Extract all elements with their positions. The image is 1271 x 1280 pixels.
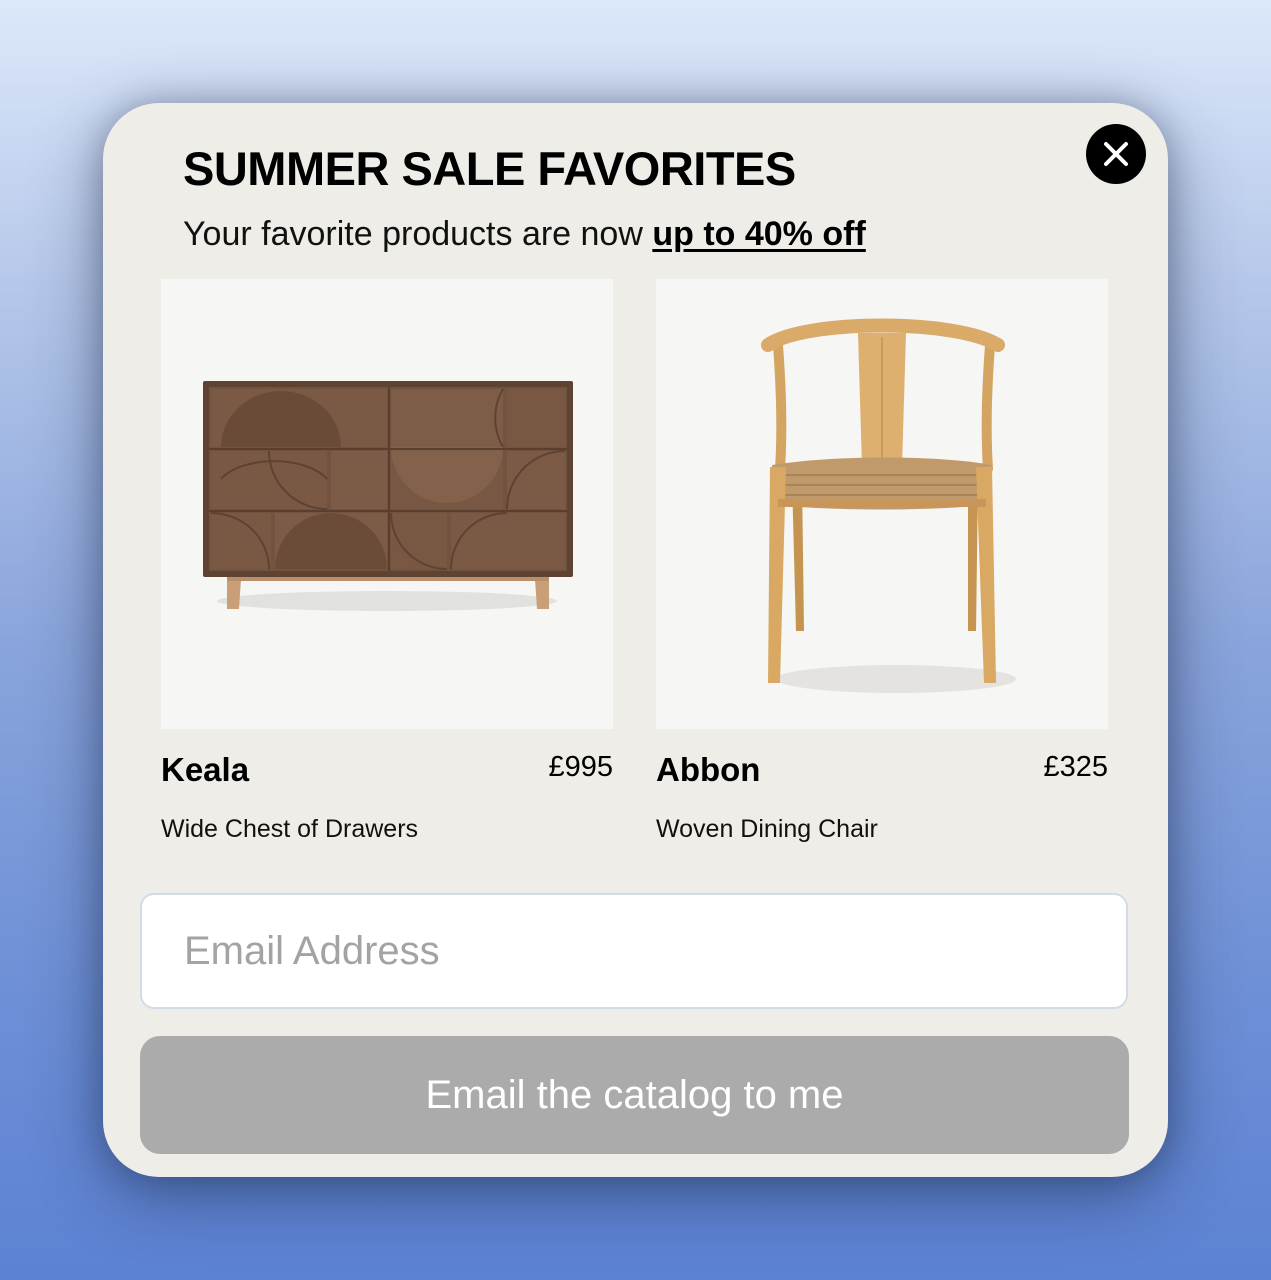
product-price: £325: [1043, 751, 1108, 783]
popup-subtitle: Your favorite products are now up to 40%…: [183, 215, 866, 254]
popup-title: SUMMER SALE FAVORITES: [183, 142, 796, 195]
sale-popup: SUMMER SALE FAVORITES Your favorite prod…: [103, 103, 1168, 1177]
email-catalog-button[interactable]: Email the catalog to me: [140, 1036, 1129, 1154]
dining-chair-image: [656, 279, 1108, 729]
email-input[interactable]: [140, 893, 1128, 1009]
product-description: Woven Dining Chair: [656, 815, 878, 843]
discount-highlight: up to 40% off: [652, 215, 866, 253]
product-price: £995: [548, 751, 613, 783]
product-card[interactable]: Keala £995 Wide Chest of Drawers: [161, 279, 613, 843]
close-icon: [1104, 142, 1128, 166]
product-description: Wide Chest of Drawers: [161, 815, 419, 843]
chest-of-drawers-image: [161, 279, 613, 729]
product-name: Abbon: [656, 751, 761, 788]
product-name: Keala: [161, 751, 250, 788]
subtitle-text: Your favorite products are now: [183, 215, 653, 253]
product-card[interactable]: Abbon £325 Woven Dining Chair: [656, 279, 1108, 843]
close-button[interactable]: [1086, 124, 1146, 184]
